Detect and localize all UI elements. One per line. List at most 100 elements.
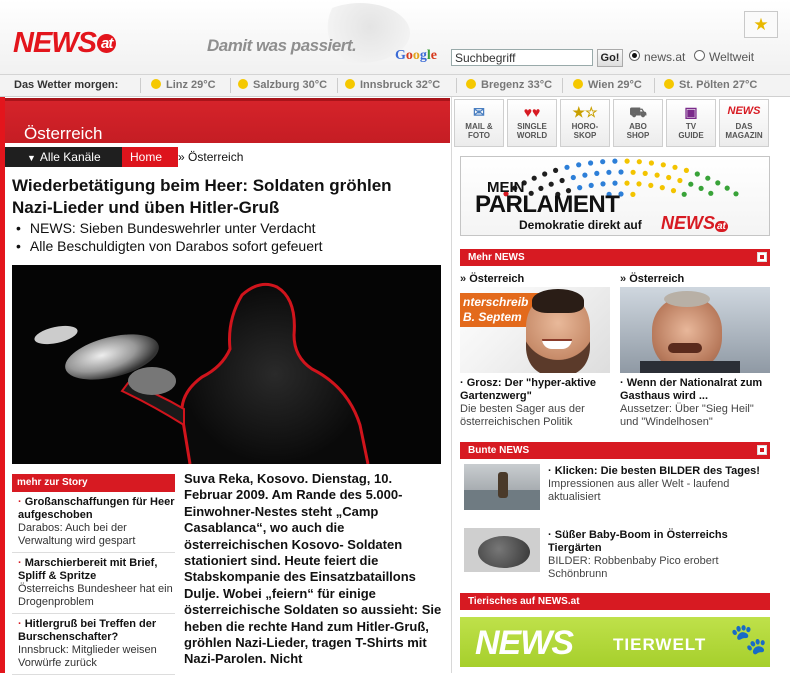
parliament-seat (564, 164, 570, 170)
story-item[interactable]: · Großanschaffungen für Heer aufgeschobe… (12, 492, 175, 553)
tv-guide-button[interactable]: ▣ TV GUIDE (666, 99, 716, 147)
parliament-seat (612, 158, 618, 164)
nationalrat-photo[interactable] (620, 287, 770, 373)
parliament-seat (677, 177, 683, 184)
parliament-seat (618, 169, 624, 175)
more-story-header: mehr zur Story (12, 474, 175, 492)
weather-item[interactable]: Linz 29°C (151, 79, 216, 91)
weather-item[interactable]: Wien 29°C (573, 79, 642, 91)
tierwelt-banner[interactable]: NEWS TIERWELT 🐾 (460, 617, 770, 667)
parliament-seat (624, 158, 630, 164)
parliament-seat (576, 162, 582, 168)
mail-photo-button[interactable]: ✉ MAIL & FOTO (454, 99, 504, 147)
parliament-seat (600, 181, 606, 187)
parliament-seat (724, 185, 730, 191)
radio-news-at[interactable] (629, 50, 640, 61)
bunte-item-text[interactable]: · Süßer Baby-Boom in Österreichs Tiergär… (548, 529, 770, 581)
article-photo (12, 265, 441, 464)
news-logo[interactable]: NEWS at (13, 27, 117, 60)
go-button[interactable]: Go! (597, 49, 623, 67)
weather-item[interactable]: Bregenz 33°C (466, 79, 552, 91)
abo-shop-button[interactable]: ⛟ ABO SHOP (613, 99, 663, 147)
news-item-text[interactable]: · Wenn der Nationalrat zum Gasthaus wird… (620, 377, 770, 429)
parliament-seat (582, 172, 588, 178)
parliament-seat (715, 180, 721, 186)
parliament-seat (681, 191, 687, 197)
weather-item[interactable]: Innsbruck 32°C (345, 79, 440, 91)
news-section-label[interactable]: » Österreich (460, 273, 524, 285)
parliament-seat (694, 171, 700, 177)
weather-label: Das Wetter morgen: (14, 79, 119, 91)
article-body: Suva Reka, Kosovo. Dienstag, 10. Februar… (184, 471, 442, 667)
more-story-box: mehr zur Story · Großanschaffungen für H… (12, 474, 175, 675)
news-magazine-icon: NEWS (727, 105, 761, 117)
parliament-seat (683, 167, 689, 173)
article-headline[interactable]: Wiederbetätigung beim Heer: Soldaten grö… (12, 175, 432, 219)
bullet-item: NEWS: Sieben Bundeswehrler unter Verdach… (16, 219, 323, 237)
news-section-label[interactable]: » Österreich (620, 273, 684, 285)
right-column-border (451, 97, 452, 673)
parliament-seat (733, 191, 739, 197)
parliament-seat (531, 175, 537, 181)
all-channels-button[interactable]: ▼ Alle Kanäle (5, 147, 122, 167)
parliament-seat (688, 181, 694, 187)
weather-item[interactable]: St. Pölten 27°C (664, 79, 757, 91)
parliament-seat (648, 182, 654, 188)
parlament-banner[interactable]: MEIN PARLAMENT Demokratie direkt auf NEW… (460, 156, 770, 236)
nav-bar: ▼ Alle Kanäle Home » Österreich (5, 147, 450, 167)
slogan: Damit was passiert. (207, 36, 357, 55)
parliament-seat (654, 172, 660, 178)
parliament-seat (553, 167, 559, 173)
sun-icon (573, 79, 583, 89)
bunte-item-text[interactable]: · Klicken: Die besten BILDER des Tages! I… (548, 465, 770, 504)
news-item-text[interactable]: · Grosz: Der "hyper-aktive Gartenzwerg" D… (460, 377, 610, 429)
tierisches-header: Tierisches auf NEWS.at (460, 593, 770, 610)
parliament-seat (705, 175, 711, 181)
radio-weltweit-label: Weltweit (709, 50, 755, 64)
robbenbaby-thumb[interactable] (464, 528, 540, 572)
cart-icon: ⛟ (629, 104, 647, 120)
single-world-button[interactable]: ♥♥ SINGLE WORLD (507, 99, 557, 147)
sun-icon (151, 79, 161, 89)
star-icon[interactable]: ★ (744, 11, 778, 38)
parlament-tagline: Demokratie direkt auf (519, 218, 642, 232)
expand-box-icon[interactable] (757, 252, 767, 262)
search-input[interactable] (451, 49, 593, 66)
site-header: NEWSat Damit was passiert. Google Go! ne… (0, 0, 790, 75)
parliament-seat (559, 177, 565, 184)
bilder-des-tages-thumb[interactable] (464, 464, 540, 510)
radio-weltweit[interactable] (694, 50, 705, 61)
das-magazin-button[interactable]: NEWS DAS MAGAZIN (719, 99, 769, 147)
parliament-seat (612, 180, 618, 186)
parliament-seat (642, 170, 648, 176)
hearts-icon: ♥♥ (523, 104, 541, 120)
sun-icon (664, 79, 674, 89)
home-button[interactable]: Home (122, 147, 178, 167)
triangle-down-icon: ▼ (27, 153, 36, 163)
article-bullets: NEWS: Sieben Bundeswehrler unter Verdach… (16, 219, 323, 255)
story-item[interactable]: · Marschierbereit mit Brief, Spliff & Sp… (12, 553, 175, 614)
parliament-seat (624, 180, 630, 186)
tierwelt-label: TIERWELT (613, 635, 707, 654)
tierwelt-news-logo: NEWS (475, 624, 574, 662)
parliament-seat (660, 162, 666, 168)
grosz-photo[interactable]: nterschreib B. Septem (460, 287, 610, 373)
story-item[interactable]: · Hitlergruß bei Treffen der Burschensch… (12, 614, 175, 675)
breadcrumb: » Österreich (178, 150, 244, 164)
parliament-seat (659, 185, 665, 191)
parliament-seat (594, 170, 600, 176)
sun-icon (466, 79, 476, 89)
radio-news-at-label: news.at (644, 50, 686, 64)
left-accent-strip (0, 97, 5, 673)
parliament-seat (636, 181, 642, 187)
section-title: Österreich (24, 124, 103, 143)
paw-icon: 🐾 (730, 623, 768, 656)
parliament-seat (698, 185, 704, 191)
weather-item[interactable]: Salzburg 30°C (238, 79, 327, 91)
expand-box-icon[interactable] (757, 445, 767, 455)
parliament-seat (666, 174, 672, 181)
section-header: Österreich (5, 98, 450, 143)
bunte-news-header: Bunte NEWS (460, 442, 770, 459)
parliament-seat (648, 160, 654, 166)
horoskop-button[interactable]: ★☆ HORO- SKOP (560, 99, 610, 147)
